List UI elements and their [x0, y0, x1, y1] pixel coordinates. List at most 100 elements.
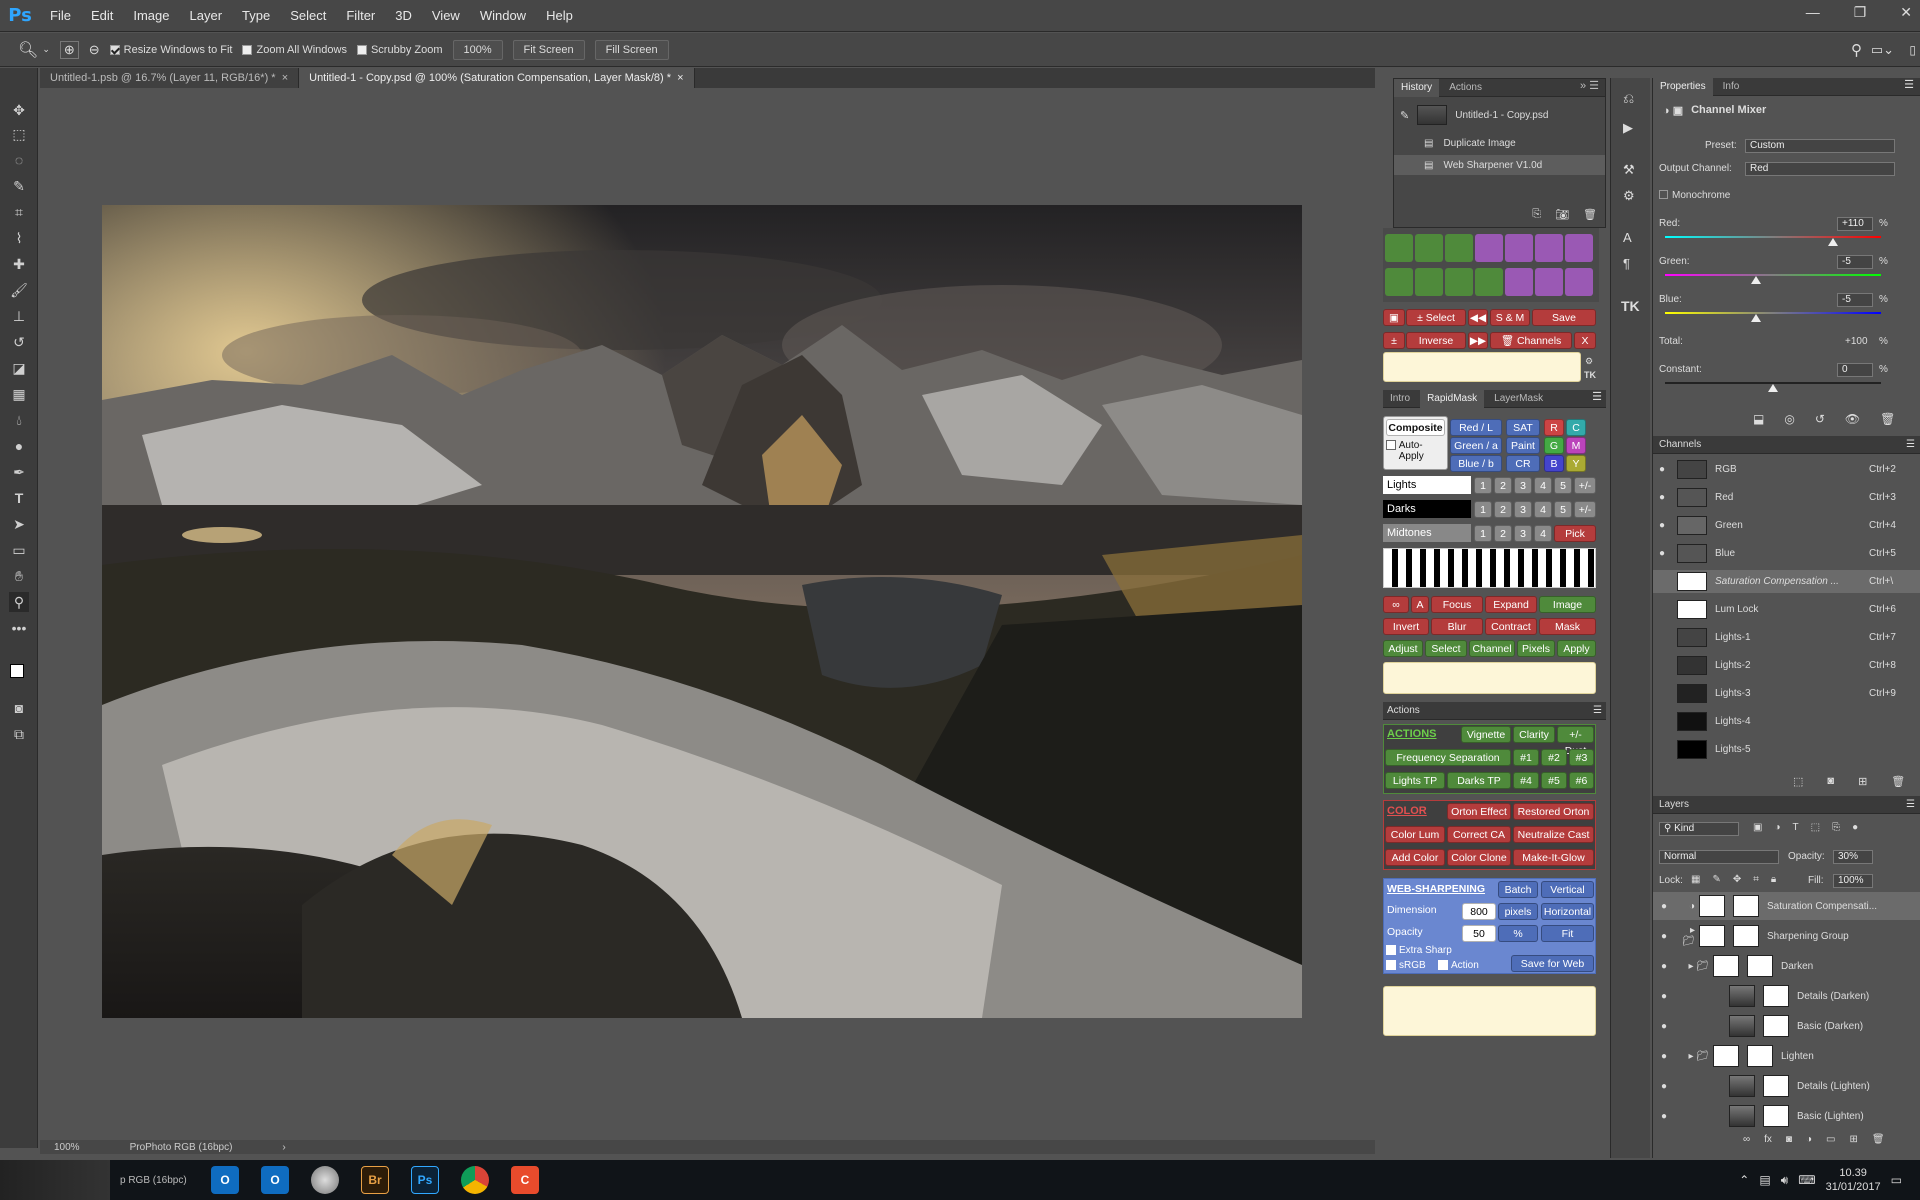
adjustment-layer-icon[interactable]: ◑	[1806, 1134, 1812, 1145]
invert-button[interactable]: Invert	[1383, 618, 1429, 635]
darks-5-button[interactable]: 5	[1554, 501, 1572, 518]
x-icon[interactable]	[1505, 268, 1533, 296]
action-checkbox[interactable]: Action	[1438, 960, 1479, 971]
tab-untitled-1-copy[interactable]: Untitled-1 - Copy.psd @ 100% (Saturation…	[299, 68, 695, 88]
brush-tool-icon[interactable]: 🖌︎	[9, 280, 29, 300]
green-slider-track[interactable]	[1665, 274, 1881, 284]
red-value[interactable]: +110	[1837, 217, 1873, 231]
tab-intro[interactable]: Intro	[1383, 390, 1417, 408]
lights-4-button[interactable]: 4	[1534, 477, 1552, 494]
c-button[interactable]: C	[1566, 419, 1586, 436]
correct-ca-button[interactable]: Correct CA	[1447, 826, 1511, 843]
history-item[interactable]: ▤ Web Sharpener V1.0d	[1394, 155, 1605, 175]
midtones-2-button[interactable]: 2	[1494, 525, 1512, 542]
vignette-button[interactable]: Vignette	[1461, 726, 1511, 743]
quick-select-tool-icon[interactable]: ✎	[9, 176, 29, 196]
visibility-eye-icon[interactable]: ●	[1653, 464, 1671, 475]
channel-row[interactable]: Lights-4	[1653, 710, 1920, 733]
zoom-all-windows-checkbox[interactable]: Zoom All Windows	[242, 44, 347, 56]
tab-layermask[interactable]: LayerMask	[1487, 390, 1550, 408]
make-it-glow-button[interactable]: Make-It-Glow	[1513, 849, 1594, 866]
trash-icon[interactable]: 🗑︎	[1880, 412, 1895, 426]
darks-3-button[interactable]: 3	[1514, 501, 1532, 518]
visibility-eye-icon[interactable]: ●	[1653, 931, 1675, 942]
blend-mode-select[interactable]: Normal	[1659, 850, 1779, 864]
hash-4-button[interactable]: #4	[1513, 772, 1539, 789]
search-icon[interactable]: ⚲	[1851, 41, 1862, 59]
close-tab-icon[interactable]: ×	[279, 72, 288, 84]
character-icon[interactable]: A	[1623, 230, 1632, 245]
dust-button[interactable]: +/- Dust	[1557, 726, 1594, 757]
zoom-tool-icon[interactable]: ⚲	[9, 592, 29, 612]
history-brush-tool-icon[interactable]: ↺	[9, 332, 29, 352]
load-selection-icon[interactable]: ⬚	[1793, 775, 1803, 788]
more-tools-icon[interactable]: •••	[9, 618, 29, 638]
tool-icon[interactable]	[1475, 234, 1503, 262]
panel-menu-icon[interactable]: ☰	[1593, 702, 1606, 720]
darks-tp-button[interactable]: Darks TP	[1447, 772, 1511, 789]
red-l-button[interactable]: Red / L	[1450, 419, 1502, 436]
layer-row[interactable]: ● Details (Darken)	[1653, 982, 1920, 1010]
darks-plus-minus-button[interactable]: +/-	[1574, 501, 1596, 518]
folder-icon[interactable]	[1445, 234, 1473, 262]
hash-3-button[interactable]: #3	[1569, 749, 1594, 766]
close-tab-icon[interactable]: ×	[674, 72, 683, 84]
layer-row[interactable]: ● ▸ 📁︎ Sharpening Group	[1653, 922, 1920, 950]
green-slider-knob[interactable]	[1750, 276, 1761, 284]
hash-1-button[interactable]: #1	[1513, 749, 1539, 766]
layer-row[interactable]: ● ▸ 📁︎ Lighten	[1653, 1042, 1920, 1070]
tab-untitled-1[interactable]: Untitled-1.psb @ 16.7% (Layer 11, RGB/16…	[40, 68, 300, 88]
screen-mode-icon[interactable]: ⧉	[9, 724, 29, 744]
tab-properties[interactable]: Properties	[1653, 78, 1713, 96]
pixels-button[interactable]: Pixels	[1517, 640, 1555, 657]
filter-shape-icon[interactable]: ⬚	[1811, 822, 1820, 833]
channel-row[interactable]: ● Green Ctrl+4	[1653, 514, 1920, 537]
darks-1-button[interactable]: 1	[1474, 501, 1492, 518]
layer-row[interactable]: ● ▸ 📁︎ Darken	[1653, 952, 1920, 980]
magnifier-icon[interactable]	[1445, 268, 1473, 296]
camera-icon[interactable]: 📷︎	[1555, 208, 1569, 221]
dodge-tool-icon[interactable]: ●	[9, 436, 29, 456]
save-for-web-button[interactable]: Save for Web	[1511, 955, 1594, 972]
visibility-eye-icon[interactable]: ●	[1653, 961, 1675, 972]
hash-2-button[interactable]: #2	[1541, 749, 1567, 766]
color-lum-button[interactable]: Color Lum	[1385, 826, 1445, 843]
blue-slider-track[interactable]	[1665, 312, 1881, 322]
panel-toggle-icon[interactable]: ▯	[1909, 43, 1916, 57]
vertical-button[interactable]: Vertical	[1541, 881, 1594, 898]
neutralize-cast-button[interactable]: Neutralize Cast	[1513, 826, 1594, 843]
panel-menu-icon[interactable]: ☰	[1592, 390, 1606, 403]
clip-to-layer-icon[interactable]: ⬓	[1753, 412, 1764, 426]
menu-select[interactable]: Select	[280, 8, 336, 23]
history-snapshot[interactable]: ✎ Untitled-1 - Copy.psd	[1394, 101, 1605, 129]
channel-row[interactable]: Lum Lock Ctrl+6	[1653, 598, 1920, 621]
triangle-icon[interactable]	[1535, 268, 1563, 296]
mask-button[interactable]: Mask	[1539, 618, 1596, 635]
app-icon[interactable]: C	[511, 1166, 539, 1194]
channel-row[interactable]: Lights-5	[1653, 738, 1920, 761]
new-channel-icon[interactable]: ⊞	[1858, 775, 1867, 788]
paint-button[interactable]: Paint	[1506, 437, 1540, 454]
panel-menu-icon[interactable]: ☰	[1906, 436, 1920, 454]
paragraph-icon[interactable]: ¶	[1623, 256, 1630, 271]
blue-slider-knob[interactable]	[1750, 314, 1761, 322]
channel-button[interactable]: Channel	[1469, 640, 1515, 657]
constant-value[interactable]: 0	[1837, 363, 1873, 377]
lock-artboard-icon[interactable]: ⌗	[1753, 874, 1759, 885]
tone-keyboard[interactable]	[1383, 548, 1596, 588]
tab-history[interactable]: History	[1394, 79, 1440, 97]
marquee-tool-icon[interactable]: ⬚	[9, 124, 29, 144]
photoshop-icon[interactable]: Ps	[411, 1166, 439, 1194]
layer-row[interactable]: ● Basic (Darken)	[1653, 1012, 1920, 1040]
close-button[interactable]: X	[1574, 332, 1596, 349]
reset-icon[interactable]: ↺	[1815, 412, 1825, 426]
maximize-icon[interactable]: ❐	[1854, 4, 1867, 21]
brush-dock-icon[interactable]: ⚒	[1623, 162, 1635, 178]
percent-unit-button[interactable]: %	[1498, 925, 1538, 942]
midtones-4-button[interactable]: 4	[1534, 525, 1552, 542]
channel-row[interactable]: Saturation Compensation ... Ctrl+\	[1653, 570, 1920, 593]
extra-sharp-checkbox[interactable]: Extra Sharp	[1386, 945, 1452, 956]
output-channel-select[interactable]: Red	[1745, 162, 1895, 176]
darks-2-button[interactable]: 2	[1494, 501, 1512, 518]
quick-mask-icon[interactable]: ◙	[9, 698, 29, 718]
